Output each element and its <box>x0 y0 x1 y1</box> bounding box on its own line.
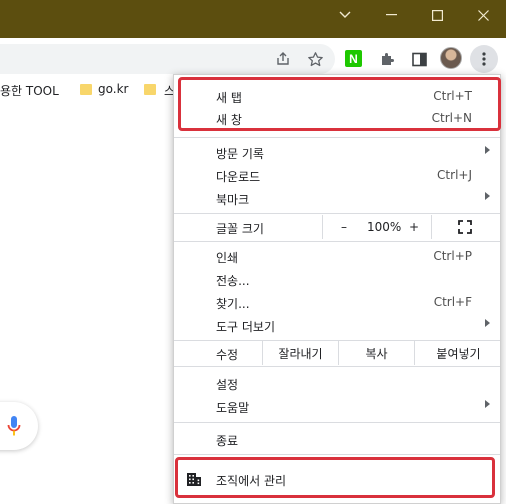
zoom-in-button[interactable]: + <box>409 220 419 234</box>
puzzle-icon[interactable] <box>376 48 398 70</box>
menu-item-label: 전송... <box>216 274 250 288</box>
kebab-menu-icon <box>482 52 486 66</box>
title-bar <box>0 0 506 38</box>
minimize-button[interactable] <box>368 0 414 30</box>
menu-item-print[interactable]: 인쇄 Ctrl+P <box>174 245 500 267</box>
highlight-box-new-tab-window <box>178 77 501 131</box>
menu-item-label: 도움말 <box>216 401 250 415</box>
menu-item-cast[interactable]: 전송... <box>174 268 500 290</box>
naver-label: N <box>349 51 358 66</box>
tab-search-button[interactable] <box>322 0 368 30</box>
chevron-down-icon <box>339 11 351 18</box>
menu-item-find[interactable]: 찾기... Ctrl+F <box>174 291 500 313</box>
menu-divider <box>174 241 500 242</box>
menu-item-bookmarks[interactable]: 북마크 <box>174 187 500 209</box>
chevron-right-icon <box>485 319 490 327</box>
chevron-right-icon <box>485 400 490 408</box>
chevron-right-icon <box>485 192 490 200</box>
menu-item-shortcut: Ctrl+F <box>433 295 472 309</box>
menu-item-label: 인쇄 <box>216 251 239 265</box>
menu-divider <box>174 137 500 138</box>
zoom-level: 100% <box>367 220 402 234</box>
voice-search-button[interactable] <box>0 402 38 450</box>
menu-item-label: 설정 <box>216 378 239 392</box>
menu-item-shortcut: Ctrl+P <box>433 249 472 263</box>
menu-item-more-tools[interactable]: 도구 더보기 <box>174 314 500 336</box>
zoom-row: 글꼴 크기 – 100% + <box>174 215 500 239</box>
naver-extension-icon[interactable]: N <box>345 50 362 67</box>
menu-item-label: 종료 <box>216 434 239 448</box>
menu-item-label: 도구 더보기 <box>216 320 276 334</box>
menu-divider <box>174 213 500 214</box>
folder-icon <box>144 84 156 95</box>
menu-item-label: 다운로드 <box>216 170 261 184</box>
side-panel-icon[interactable] <box>408 48 430 70</box>
menu-divider <box>174 454 500 455</box>
edit-label: 수정 <box>216 348 239 362</box>
zoom-control: – 100% + <box>322 215 432 239</box>
edit-row: 수정 잘라내기 복사 붙여넣기 <box>174 341 500 365</box>
menu-item-settings[interactable]: 설정 <box>174 372 500 394</box>
menu-item-label: 방문 기록 <box>216 147 264 161</box>
bookmark-item[interactable]: 용한 TOOL <box>0 82 59 99</box>
close-icon <box>477 9 489 21</box>
menu-item-label: 찾기... <box>216 297 250 311</box>
browser-window: N 용한 TOOL go.kr 스 새 탭 Ctrl+T 새 창 Ctrl+N … <box>0 0 506 504</box>
chrome-main-menu: 새 탭 Ctrl+T 새 창 Ctrl+N 방문 기록 다운로드 Ctrl+J … <box>173 74 501 504</box>
menu-item-history[interactable]: 방문 기록 <box>174 141 500 163</box>
bookmark-item[interactable]: go.kr <box>98 82 128 96</box>
menu-item-downloads[interactable]: 다운로드 Ctrl+J <box>174 164 500 186</box>
microphone-icon <box>7 416 21 436</box>
zoom-label: 글꼴 크기 <box>216 222 264 236</box>
chevron-right-icon <box>485 146 490 154</box>
paste-button[interactable]: 붙여넣기 <box>414 341 502 365</box>
menu-divider <box>174 366 500 367</box>
avatar[interactable] <box>440 47 462 69</box>
menu-item-exit[interactable]: 종료 <box>174 428 500 450</box>
close-button[interactable] <box>460 0 506 30</box>
maximize-button[interactable] <box>414 0 460 30</box>
maximize-icon <box>431 9 443 21</box>
menu-item-help[interactable]: 도움말 <box>174 395 500 417</box>
menu-item-label: 북마크 <box>216 193 250 207</box>
fullscreen-icon[interactable] <box>458 220 472 234</box>
highlight-box-managed <box>175 457 495 498</box>
menu-divider <box>174 422 500 423</box>
zoom-out-button[interactable]: – <box>341 220 347 234</box>
star-icon[interactable] <box>304 48 326 70</box>
kebab-menu-button[interactable] <box>470 45 498 73</box>
minimize-icon <box>385 14 397 16</box>
cut-button[interactable]: 잘라내기 <box>262 341 338 365</box>
share-icon[interactable] <box>272 48 294 70</box>
menu-item-shortcut: Ctrl+J <box>437 168 472 182</box>
copy-button[interactable]: 복사 <box>338 341 414 365</box>
folder-icon <box>80 84 92 95</box>
